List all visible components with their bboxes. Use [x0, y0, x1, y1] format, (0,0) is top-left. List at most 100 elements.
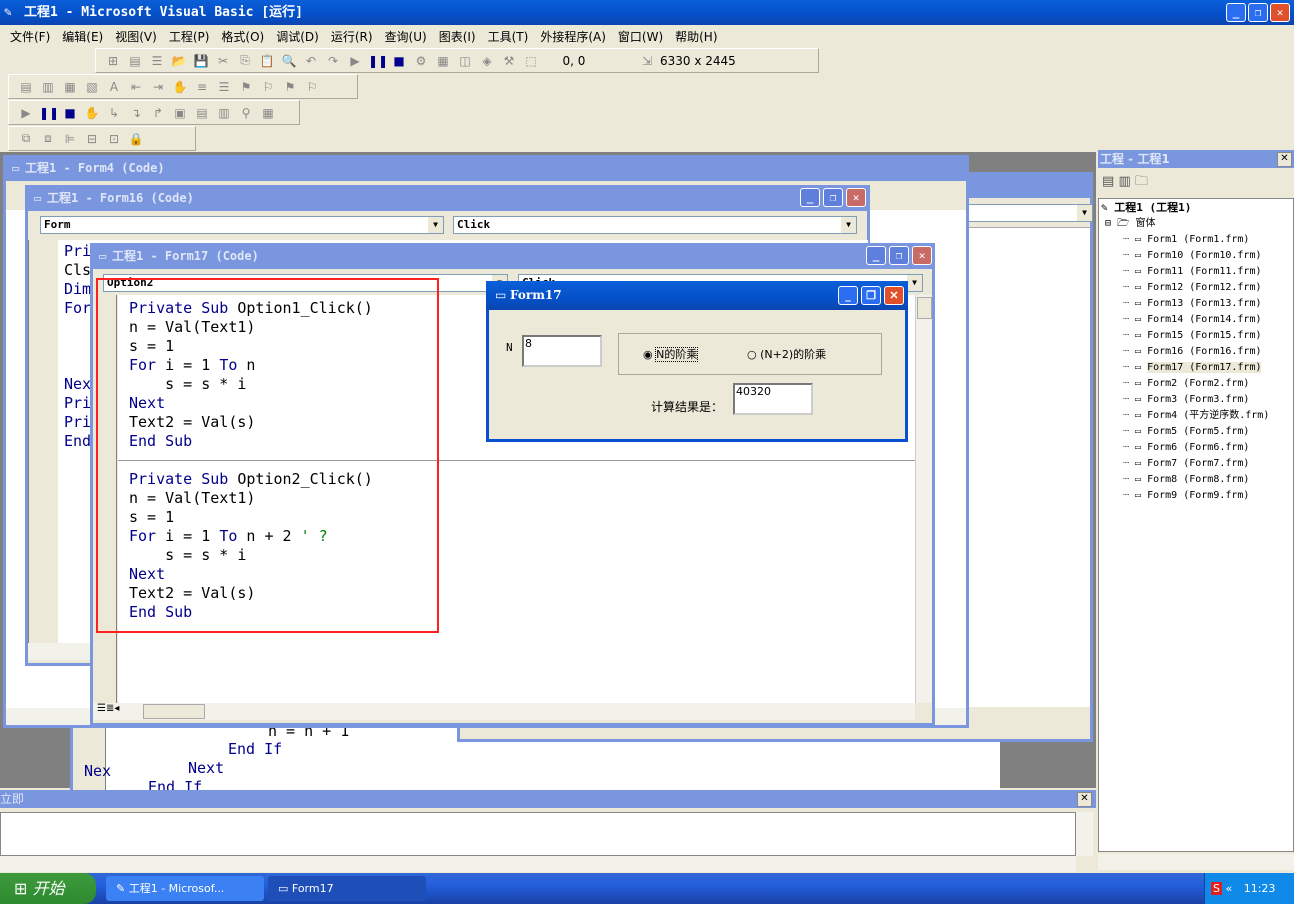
horizontal-scrollbar[interactable] — [0, 856, 1076, 872]
result-output[interactable]: 40320 — [733, 383, 813, 415]
tree-item-form[interactable]: ┈ ▭ Form4 (平方逆序数.frm) — [1101, 408, 1291, 424]
menu-item[interactable]: 视图(V) — [109, 26, 163, 46]
immediate-window[interactable]: 立即 ✕ — [0, 790, 1096, 872]
start-button[interactable]: ⊞ 开始 — [0, 873, 96, 904]
minimize-button[interactable]: _ — [1226, 3, 1246, 22]
form-icon: ┈ ▭ — [1123, 394, 1148, 405]
maximize-button[interactable]: ❐ — [823, 188, 843, 207]
add-project-icon[interactable]: ⊞ — [104, 54, 122, 68]
tree-item-form[interactable]: ┈ ▭ Form1 (Form1.frm) — [1101, 232, 1291, 248]
vertical-scrollbar[interactable] — [1076, 812, 1093, 856]
undo-icon[interactable]: ↶ — [302, 54, 320, 68]
find-icon[interactable]: 🔍 — [280, 54, 298, 68]
stop-icon[interactable]: ■ — [390, 54, 408, 68]
minimize-button[interactable]: _ — [800, 188, 820, 207]
toggle-folders-icon[interactable]: 🗀 — [1135, 174, 1148, 189]
immediate-input[interactable] — [0, 812, 1076, 856]
menu-item[interactable]: 窗口(W) — [612, 26, 669, 46]
tree-item-form[interactable]: ┈ ▭ Form3 (Form3.frm) — [1101, 392, 1291, 408]
code-line: Nex — [84, 762, 112, 780]
procedure-dropdown[interactable]: Click — [453, 216, 857, 234]
form-layout-icon[interactable]: ◫ — [456, 54, 474, 68]
windows-logo-icon: ⊞ — [14, 879, 28, 898]
horizontal-scrollbar[interactable] — [1098, 854, 1294, 870]
code-line: Next — [188, 759, 225, 777]
maximize-button[interactable]: ❐ — [861, 286, 881, 305]
option-frame: ◉ N的阶乘 ○ (N+2)的阶乘 — [618, 333, 882, 375]
runtime-form17[interactable]: ▭ Form17 _ ❐ ✕ N 8 ◉ N的阶乘 ○ (N+2)的阶乘 计算结果是… — [486, 281, 908, 442]
menu-item[interactable]: 工具(T) — [482, 26, 535, 46]
object-dropdown[interactable]: Form — [40, 216, 444, 234]
code-window-icon: ▭ — [12, 161, 20, 175]
close-button[interactable]: ✕ — [846, 188, 866, 207]
copy-icon[interactable]: ⎘ — [236, 53, 254, 68]
pause-icon[interactable]: ❚❚ — [368, 54, 388, 68]
object-browser-icon[interactable]: ◈ — [478, 54, 496, 68]
vertical-scrollbar[interactable] — [915, 295, 932, 703]
tree-item-form[interactable]: ┈ ▭ Form11 (Form11.frm) — [1101, 264, 1291, 280]
view-object-icon[interactable]: ▥ — [1118, 174, 1130, 189]
menu-editor-icon[interactable]: ☰ — [148, 54, 166, 68]
menu-item[interactable]: 调试(D) — [270, 26, 325, 46]
redo-icon[interactable]: ↷ — [324, 54, 342, 68]
window-title: 工程1 - Form4 (Code) — [25, 161, 165, 175]
menu-item[interactable]: 工程(P) — [163, 26, 216, 46]
menu-item[interactable]: 图表(I) — [433, 26, 482, 46]
tree-item-form[interactable]: ┈ ▭ Form15 (Form15.frm) — [1101, 328, 1291, 344]
taskbar-item-form17[interactable]: ▭ Form17 — [268, 876, 426, 901]
toolbox-icon[interactable]: ⚒ — [500, 54, 518, 68]
code-line: End If — [228, 740, 283, 758]
tree-item-form[interactable]: ┈ ▭ Form17 (Form17.frm) — [1101, 360, 1291, 376]
close-button[interactable]: ✕ — [884, 286, 904, 305]
open-icon[interactable]: 📂 — [170, 54, 188, 68]
menu-item[interactable]: 外接程序(A) — [534, 26, 612, 46]
tree-item-form[interactable]: ┈ ▭ Form10 (Form10.frm) — [1101, 248, 1291, 264]
form-icon: ▭ — [495, 288, 507, 302]
menu-item[interactable]: 格式(O) — [215, 26, 270, 46]
close-icon[interactable]: ✕ — [1277, 152, 1292, 167]
tree-item-form[interactable]: ┈ ▭ Form16 (Form16.frm) — [1101, 344, 1291, 360]
save-icon[interactable]: 💾 — [192, 54, 210, 68]
tree-item-form[interactable]: ┈ ▭ Form8 (Form8.frm) — [1101, 472, 1291, 488]
view-code-icon[interactable]: ▤ — [1102, 174, 1114, 189]
tree-item-form[interactable]: ┈ ▭ Form13 (Form13.frm) — [1101, 296, 1291, 312]
ime-icon[interactable]: S — [1211, 882, 1222, 895]
project-explorer-icon[interactable]: ⚙ — [412, 54, 430, 68]
menu-item[interactable]: 查询(U) — [379, 26, 433, 46]
maximize-button[interactable]: ❐ — [1248, 3, 1268, 22]
properties-icon[interactable]: ▦ — [434, 54, 452, 68]
window-title: 工程1 - Form17 (Code) — [112, 249, 259, 263]
close-button[interactable]: ✕ — [912, 246, 932, 265]
minimize-button[interactable]: _ — [866, 246, 886, 265]
tree-folder[interactable]: ⊟ 🗁 窗体 — [1101, 216, 1291, 232]
menu-item[interactable]: 帮助(H) — [669, 26, 723, 46]
tree-item-form[interactable]: ┈ ▭ Form12 (Form12.frm) — [1101, 280, 1291, 296]
close-icon[interactable]: ✕ — [1077, 792, 1092, 807]
minimize-button[interactable]: _ — [838, 286, 858, 305]
tree-item-form[interactable]: ┈ ▭ Form6 (Form6.frm) — [1101, 440, 1291, 456]
option1-radio[interactable]: ◉ N的阶乘 — [643, 346, 699, 362]
taskbar-item-vb[interactable]: ✎ 工程1 - Microsof... — [106, 876, 264, 901]
option2-radio[interactable]: ○ (N+2)的阶乘 — [747, 346, 826, 362]
tree-item-form[interactable]: ┈ ▭ Form14 (Form14.frm) — [1101, 312, 1291, 328]
tree-item-form[interactable]: ┈ ▭ Form2 (Form2.frm) — [1101, 376, 1291, 392]
tree-item-form[interactable]: ┈ ▭ Form7 (Form7.frm) — [1101, 456, 1291, 472]
tree-item-form[interactable]: ┈ ▭ Form5 (Form5.frm) — [1101, 424, 1291, 440]
project-tree[interactable]: ✎ 工程1 (工程1) ⊟ 🗁 窗体 ┈ ▭ Form1 (Form1.frm)… — [1098, 198, 1294, 852]
add-form-icon[interactable]: ▤ — [126, 54, 144, 68]
maximize-button[interactable]: ❐ — [889, 246, 909, 265]
menu-item[interactable]: 运行(R) — [325, 26, 379, 46]
menu-item[interactable]: 编辑(E) — [56, 26, 109, 46]
form-icon: ┈ ▭ — [1123, 234, 1148, 245]
close-button[interactable]: ✕ — [1270, 3, 1290, 22]
tray-expand-icon[interactable]: « — [1225, 882, 1232, 895]
cut-icon[interactable]: ✂ — [214, 54, 232, 68]
n-input[interactable]: 8 — [522, 335, 602, 367]
tree-item-form[interactable]: ┈ ▭ Form9 (Form9.frm) — [1101, 488, 1291, 504]
horizontal-scrollbar[interactable]: ☰≣◂ — [93, 703, 915, 720]
tree-root[interactable]: ✎ 工程1 (工程1) — [1101, 200, 1291, 216]
start-icon[interactable]: ▶ — [346, 54, 364, 68]
paste-icon[interactable]: 📋 — [258, 54, 276, 68]
form-editor-toolbar: ⧉ ⧈ ⊫ ⊟ ⊡ 🔒 — [8, 126, 196, 151]
menu-item[interactable]: 文件(F) — [4, 26, 56, 46]
